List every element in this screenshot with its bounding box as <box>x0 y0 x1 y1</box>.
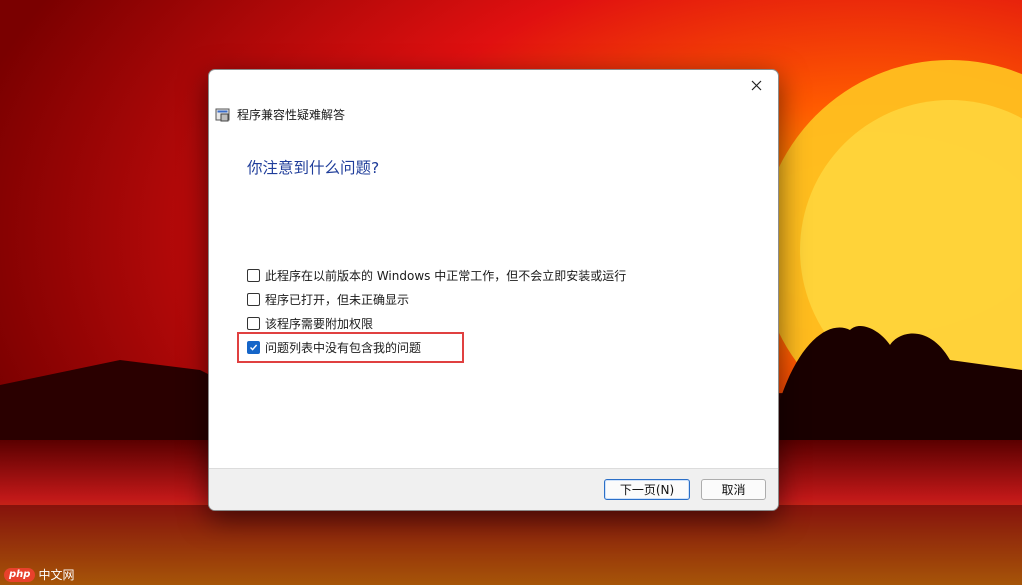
close-icon <box>751 80 761 90</box>
watermark-text: 中文网 <box>38 568 75 582</box>
option-label: 该程序需要附加权限 <box>265 316 374 331</box>
checkbox[interactable] <box>247 292 260 306</box>
dialog-footer: 下一页(N) 取消 <box>209 468 778 510</box>
option-label: 程序已打开，但未正确显示 <box>265 292 410 307</box>
option-label: 此程序在以前版本的 Windows 中正常工作，但不会立即安装或运行 <box>265 268 627 283</box>
dialog-title-row: 程序兼容性疑难解答 <box>215 106 345 123</box>
site-watermark: php 中文网 <box>4 566 74 583</box>
watermark-badge: php <box>4 567 36 582</box>
question-heading: 你注意到什么问题? <box>247 159 380 177</box>
checkbox-checked[interactable] <box>247 340 260 354</box>
dialog-title: 程序兼容性疑难解答 <box>237 108 346 122</box>
checkbox[interactable] <box>247 268 260 282</box>
option-previous-windows[interactable]: 此程序在以前版本的 Windows 中正常工作，但不会立即安装或运行 <box>245 263 626 287</box>
troubleshooter-dialog: 程序兼容性疑难解答 你注意到什么问题? 此程序在以前版本的 Windows 中正… <box>208 69 779 511</box>
checkbox[interactable] <box>247 316 260 330</box>
checkmark-icon <box>250 344 258 351</box>
problem-options: 此程序在以前版本的 Windows 中正常工作，但不会立即安装或运行 程序已打开… <box>245 263 626 359</box>
option-permissions[interactable]: 该程序需要附加权限 <box>245 311 626 335</box>
next-button[interactable]: 下一页(N) <box>604 479 690 500</box>
troubleshooter-app-icon <box>215 108 230 121</box>
cancel-button[interactable]: 取消 <box>701 479 766 500</box>
option-label: 问题列表中没有包含我的问题 <box>265 340 422 355</box>
option-display-issue[interactable]: 程序已打开，但未正确显示 <box>245 287 626 311</box>
option-not-listed[interactable]: 问题列表中没有包含我的问题 <box>245 335 626 359</box>
close-button[interactable] <box>734 70 778 100</box>
